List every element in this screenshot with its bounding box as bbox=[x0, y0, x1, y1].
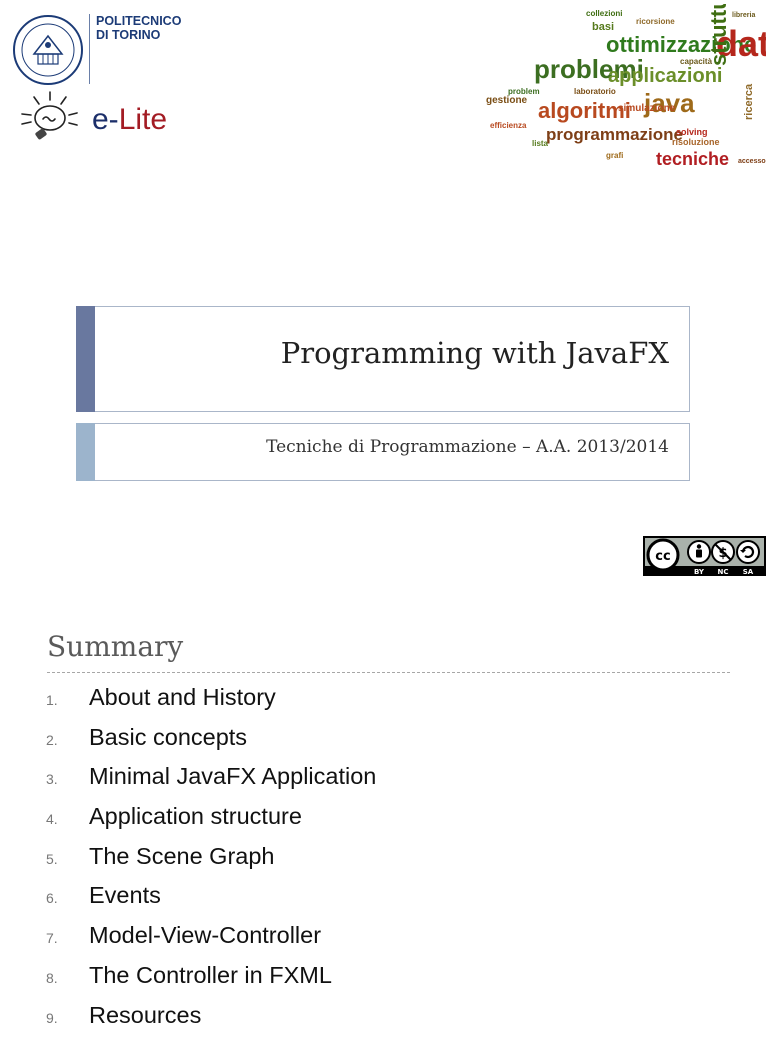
license-nc-label: NC bbox=[718, 568, 729, 576]
summary-item-number: 2. bbox=[46, 732, 58, 748]
university-name-line2: DI TORINO bbox=[96, 28, 181, 42]
summary-item: 3. Minimal JavaFX Application bbox=[46, 763, 726, 803]
summary-item: 2. Basic concepts bbox=[46, 724, 726, 764]
cloud-word: problem bbox=[508, 88, 540, 96]
summary-item: 9. Resources bbox=[46, 1002, 726, 1041]
cloud-word: programmazione bbox=[546, 126, 683, 143]
cloud-word: efficienza bbox=[490, 122, 526, 130]
cc-icon: cc bbox=[648, 540, 678, 570]
cc-license-badge: cc $ BY NC SA bbox=[643, 536, 766, 576]
title-accent-bar bbox=[76, 306, 95, 412]
summary-item: 5. The Scene Graph bbox=[46, 843, 726, 883]
elite-prefix: e- bbox=[92, 103, 119, 136]
summary-item-label: Model-View-Controller bbox=[89, 922, 321, 949]
summary-item-label: The Controller in FXML bbox=[89, 962, 332, 989]
summary-item-number: 6. bbox=[46, 890, 58, 906]
university-name: POLITECNICO DI TORINO bbox=[96, 14, 181, 42]
summary-item-label: About and History bbox=[89, 684, 276, 711]
presentation-title: Programming with JavaFX bbox=[281, 336, 669, 370]
lightbulb-icon bbox=[14, 86, 84, 150]
cloud-word: lista bbox=[532, 140, 548, 148]
summary-item-number: 8. bbox=[46, 970, 58, 986]
summary-item: 1. About and History bbox=[46, 684, 726, 724]
summary-item-label: Basic concepts bbox=[89, 724, 247, 751]
license-sa-label: SA bbox=[743, 568, 754, 576]
cloud-word: accesso bbox=[738, 158, 766, 165]
summary-item: 6. Events bbox=[46, 882, 726, 922]
summary-list: 1. About and History 2. Basic concepts 3. M… bbox=[46, 684, 726, 1041]
cloud-word: libreria bbox=[732, 12, 755, 19]
summary-item: 8. The Controller in FXML bbox=[46, 962, 726, 1002]
summary-item-label: Minimal JavaFX Application bbox=[89, 763, 376, 790]
cloud-word: algoritmi bbox=[538, 100, 631, 122]
summary-item-label: The Scene Graph bbox=[89, 843, 275, 870]
elite-logo-text: e-Lite bbox=[92, 103, 167, 137]
polito-seal-icon bbox=[12, 14, 84, 86]
summary-item-number: 4. bbox=[46, 811, 58, 827]
cloud-word: grafi bbox=[606, 152, 623, 160]
cloud-word: tecniche bbox=[656, 150, 729, 168]
cloud-word: risoluzione bbox=[672, 138, 720, 147]
summary-item-label: Application structure bbox=[89, 803, 302, 830]
nc-dollar-icon: $ bbox=[712, 541, 734, 563]
summary-divider bbox=[47, 672, 730, 673]
elite-name: Lite bbox=[119, 103, 167, 136]
sa-share-icon bbox=[737, 541, 759, 563]
cc-text: cc bbox=[655, 549, 670, 564]
cloud-word: ricerca bbox=[744, 84, 755, 120]
logo-divider bbox=[89, 14, 90, 84]
summary-item-number: 5. bbox=[46, 851, 58, 867]
subtitle-accent-bar bbox=[76, 423, 95, 481]
cloud-word: applicazioni bbox=[608, 66, 722, 86]
cloud-word: ricorsione bbox=[636, 18, 675, 26]
cloud-word: capacità bbox=[680, 58, 712, 66]
summary-heading: Summary bbox=[47, 630, 183, 663]
cloud-word: basi bbox=[592, 22, 614, 33]
university-name-line1: POLITECNICO bbox=[96, 14, 181, 28]
presentation-subtitle: Tecniche di Programmazione – A.A. 2013/2… bbox=[266, 437, 669, 457]
by-person-icon bbox=[688, 541, 710, 563]
word-cloud-image: ottimizzazione dati problemi applicazion… bbox=[486, 4, 766, 172]
license-by-label: BY bbox=[694, 568, 705, 576]
summary-item-number: 9. bbox=[46, 1010, 58, 1026]
summary-item-number: 7. bbox=[46, 930, 58, 946]
cloud-word: laboratorio bbox=[574, 88, 616, 96]
cloud-word: collezioni bbox=[586, 10, 622, 18]
summary-item: 4. Application structure bbox=[46, 803, 726, 843]
cloud-word: simulazione bbox=[618, 104, 675, 114]
summary-item-label: Resources bbox=[89, 1002, 201, 1029]
cloud-word: solving bbox=[676, 128, 708, 137]
summary-item: 7. Model-View-Controller bbox=[46, 922, 726, 962]
summary-item-number: 1. bbox=[46, 692, 58, 708]
cloud-word: gestione bbox=[486, 96, 527, 106]
summary-item-label: Events bbox=[89, 882, 161, 909]
summary-item-number: 3. bbox=[46, 771, 58, 787]
